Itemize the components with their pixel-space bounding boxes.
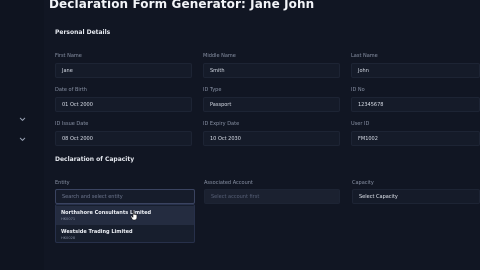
id-expiry-date-label: ID Expiry Date bbox=[203, 121, 240, 127]
entity-option[interactable]: Northshore Consultants Limited HK0071 bbox=[56, 206, 194, 225]
middle-name-label: Middle Name bbox=[203, 53, 236, 59]
capacity-select[interactable]: Select Capacity bbox=[352, 189, 480, 204]
entity-option[interactable]: Westside Trading Limited HK0028 bbox=[56, 225, 194, 242]
chevron-down-icon[interactable] bbox=[19, 116, 26, 123]
user-id-field[interactable]: FM1002 bbox=[351, 131, 480, 146]
entity-label: Entity bbox=[55, 180, 70, 186]
associated-account-label: Associated Account bbox=[204, 180, 253, 186]
id-type-label: ID Type bbox=[203, 87, 222, 93]
entity-search-input[interactable]: Search and select entity bbox=[55, 189, 195, 204]
hand-pointer-icon bbox=[130, 210, 138, 221]
last-name-field[interactable]: John bbox=[351, 63, 480, 78]
associated-account-select[interactable]: Select account first bbox=[204, 189, 340, 204]
first-name-field[interactable]: Jane bbox=[55, 63, 192, 78]
id-no-field[interactable]: 12345678 bbox=[351, 97, 480, 112]
last-name-label: Last Name bbox=[351, 53, 378, 59]
entity-dropdown-list: Northshore Consultants Limited HK0071 We… bbox=[55, 204, 195, 243]
dob-label: Date of Birth bbox=[55, 87, 87, 93]
id-issue-date-label: ID Issue Date bbox=[55, 121, 89, 127]
first-name-label: First Name bbox=[55, 53, 82, 59]
dob-field[interactable]: 01 Oct 2000 bbox=[55, 97, 192, 112]
page-title: Declaration Form Generator: Jane John bbox=[49, 0, 315, 11]
entity-option-name: Westside Trading Limited bbox=[61, 229, 133, 235]
personal-details-heading: Personal Details bbox=[55, 29, 111, 36]
id-issue-date-field[interactable]: 08 Oct 2000 bbox=[55, 131, 192, 146]
chevron-down-icon[interactable] bbox=[19, 136, 26, 143]
capacity-label: Capacity bbox=[352, 180, 374, 186]
entity-option-code: HK0028 bbox=[61, 236, 76, 240]
user-id-label: User ID bbox=[351, 121, 370, 127]
entity-option-code: HK0071 bbox=[61, 217, 76, 221]
middle-name-field[interactable]: Smith bbox=[203, 63, 340, 78]
declaration-form-page: Declaration Form Generator: Jane John Pe… bbox=[0, 0, 480, 270]
id-no-label: ID No bbox=[351, 87, 365, 93]
id-expiry-date-field[interactable]: 10 Oct 2030 bbox=[203, 131, 340, 146]
left-sidebar bbox=[0, 0, 44, 270]
id-type-select[interactable]: Passport bbox=[203, 97, 340, 112]
capacity-select-value: Select Capacity bbox=[359, 194, 398, 200]
declaration-capacity-heading: Declaration of Capacity bbox=[55, 156, 135, 163]
